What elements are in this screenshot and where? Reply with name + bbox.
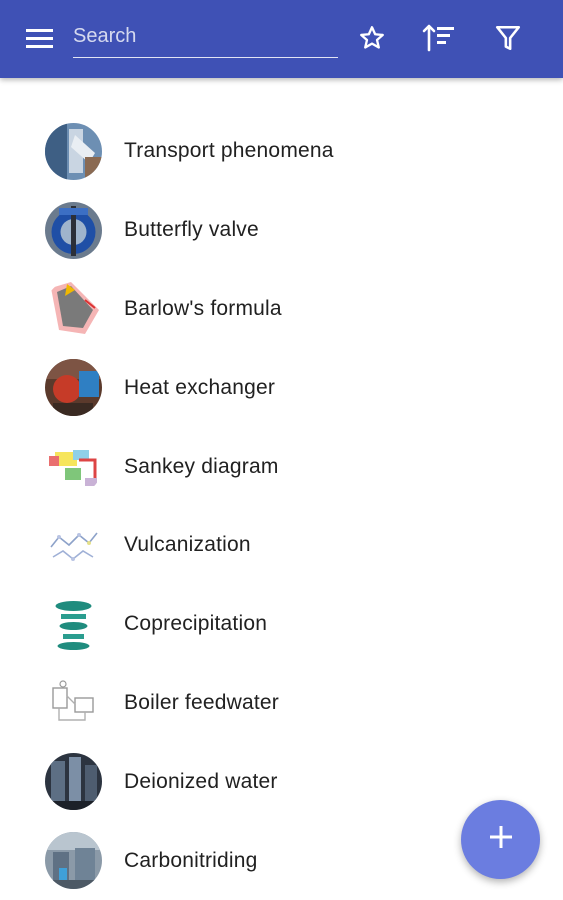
- list-item-label: Vulcanization: [124, 533, 251, 557]
- plus-icon: [489, 825, 513, 854]
- filter-button[interactable]: [488, 20, 528, 60]
- list-item[interactable]: Barlow's formula: [0, 270, 563, 349]
- list-item-thumbnail: [45, 438, 102, 496]
- list-item[interactable]: Sankey diagram: [0, 427, 563, 506]
- article-list: Transport phenomena Butterfly valve Barl: [0, 112, 563, 900]
- list-item-label: Sankey diagram: [124, 454, 279, 478]
- list-item-thumbnail: [45, 753, 102, 811]
- list-item[interactable]: Transport phenomena: [0, 112, 563, 191]
- menu-icon: [26, 27, 54, 54]
- list-item[interactable]: Coprecipitation: [0, 585, 563, 664]
- list-item-label: Butterfly valve: [124, 218, 259, 242]
- list-item-label: Transport phenomena: [124, 139, 334, 163]
- sort-icon: [422, 24, 456, 57]
- list-item-thumbnail: [45, 201, 102, 259]
- favorites-button[interactable]: [352, 20, 392, 60]
- filter-icon: [495, 24, 521, 57]
- list-item[interactable]: Heat exchanger: [0, 348, 563, 427]
- search-field: [73, 18, 338, 58]
- sort-button[interactable]: [419, 20, 459, 60]
- add-button[interactable]: [461, 800, 540, 879]
- list-item-thumbnail: [45, 359, 102, 417]
- list-item-label: Boiler feedwater: [124, 690, 279, 714]
- list-item-thumbnail: [45, 280, 102, 338]
- list-item-label: Coprecipitation: [124, 612, 268, 636]
- list-item-thumbnail: [45, 674, 102, 732]
- list-item[interactable]: Butterfly valve: [0, 191, 563, 270]
- list-item[interactable]: Vulcanization: [0, 506, 563, 585]
- list-item-thumbnail: [45, 832, 102, 890]
- list-item-label: Deionized water: [124, 769, 278, 793]
- app-bar: [0, 0, 563, 78]
- list-item-label: Carbonitriding: [124, 848, 258, 872]
- menu-button[interactable]: [22, 22, 58, 58]
- list-item-label: Heat exchanger: [124, 375, 276, 399]
- list-item-thumbnail: [45, 516, 102, 574]
- list-item[interactable]: Boiler feedwater: [0, 664, 563, 743]
- list-item-thumbnail: [45, 122, 102, 180]
- list-item-label: Barlow's formula: [124, 296, 282, 320]
- search-input[interactable]: [73, 18, 338, 54]
- list-item-thumbnail: [45, 595, 102, 653]
- star-outline-icon: [358, 24, 386, 57]
